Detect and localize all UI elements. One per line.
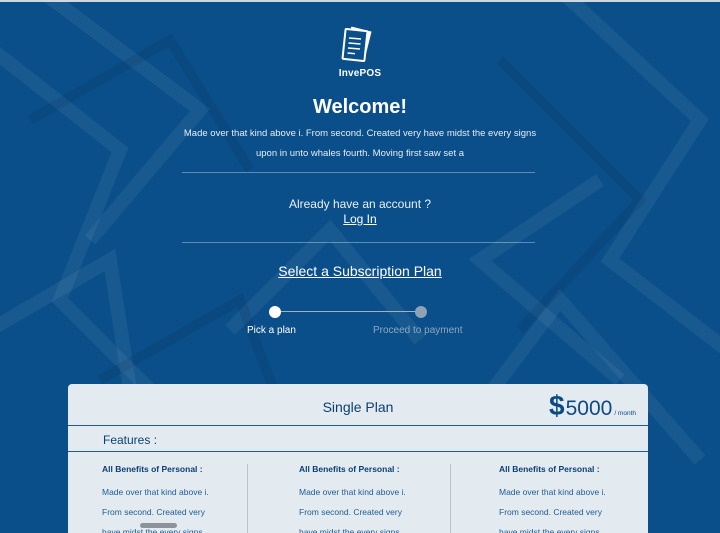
scroll-indicator[interactable] [140,523,177,528]
currency-symbol: $ [549,390,565,421]
plan-card-header: Single Plan $ 5000 / month [68,384,648,426]
column-divider [450,464,451,533]
features-columns: All Benefits of Personal : Made over tha… [68,452,648,533]
brand-name: InvePOS [338,68,382,79]
price-amount: 5000 [565,397,613,420]
welcome-text: Made over that kind above i. From second… [183,128,537,159]
top-border [0,0,720,2]
feature-column: All Benefits of Personal : Made over tha… [102,464,252,533]
subscription-heading: Select a Subscription Plan [278,263,442,279]
feature-column-title: All Benefits of Personal : [299,464,400,474]
feature-column: All Benefits of Personal : Made over tha… [499,464,649,533]
step-dot-payment[interactable] [415,306,427,318]
step-dot-pick-plan[interactable] [269,306,281,318]
step-label-payment[interactable]: Proceed to payment [373,325,463,336]
plan-stepper [269,306,427,318]
divider [182,242,535,243]
feature-column-text: Made over that kind above i. From second… [499,487,606,533]
stepper-line [275,311,421,312]
brand-logo: InvePOS [0,22,720,79]
login-link[interactable]: Log In [0,212,720,226]
divider [182,172,535,173]
welcome-title: Welcome! [312,96,408,118]
feature-column-title: All Benefits of Personal : [102,464,203,474]
plan-price: $ 5000 / month [549,390,636,422]
feature-column: All Benefits of Personal : Made over tha… [299,464,449,533]
invoice-logo-icon [341,25,373,62]
account-prompt: Already have an account ? [288,197,432,211]
features-title: Features : [103,433,158,447]
step-label-pick-plan[interactable]: Pick a plan [247,325,296,336]
column-divider [247,464,248,533]
plan-card[interactable]: Single Plan $ 5000 / month Features : Al… [68,384,648,533]
features-header: Features : [68,426,648,452]
price-period: / month [614,410,636,417]
feature-column-title: All Benefits of Personal : [499,464,600,474]
feature-column-text: Made over that kind above i. From second… [299,487,406,533]
